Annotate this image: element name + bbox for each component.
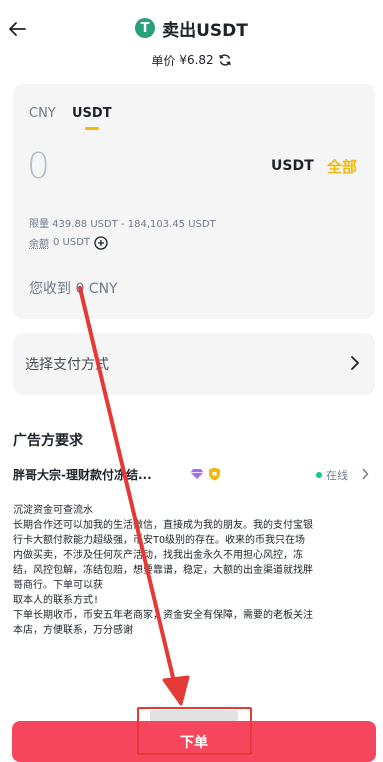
page-header: T 卖出USDT [0,14,383,42]
price-value: ¥6.82 [179,53,214,67]
payment-method-label: 选择支付方式 [25,357,109,373]
active-tab-indicator [85,127,99,130]
online-dot-icon [316,472,322,478]
all-button[interactable]: 全部 [327,156,357,177]
receive-amount-text: 您收到 0 CNY [29,281,118,297]
limit-range-text: 限量 439.88 USDT - 184,103.45 USDT [29,219,216,230]
tab-cny[interactable]: CNY [29,106,56,121]
page-title: 卖出USDT [162,20,248,41]
diamond-badge-icon [190,469,204,479]
balance-value: 0 USDT [53,237,91,248]
place-order-button[interactable]: 下单 [12,721,376,762]
price-label: 单价 [151,53,176,68]
add-circle-icon[interactable] [94,235,108,250]
online-status-label: 在线 [326,469,348,482]
tab-usdt[interactable]: USDT [72,106,112,121]
unit-price-row: 单价 ¥6.82 [0,50,383,70]
amount-card: CNY USDT 0 USDT 全部 限量 439.88 USDT - 184,… [13,84,375,319]
advertiser-requirements-title: 广告方要求 [13,433,83,449]
online-status: 在线 [316,467,348,483]
payment-method-selector[interactable]: 选择支付方式 [13,333,375,395]
balance-label: 余额 [29,239,49,250]
amount-input[interactable]: 0 [27,146,50,187]
tether-coin-icon: T [135,18,156,38]
amount-unit: USDT [271,158,314,174]
advertiser-requirements-text: 沉淀资金可查流水 长期合作还可以加我的生活微信，直接成为我的朋友。我的支付宝银 … [13,505,313,636]
chevron-right-icon[interactable] [361,468,369,480]
chevron-right-icon [351,356,359,370]
balance-row: 余额 0 USDT [29,235,108,250]
refresh-icon[interactable] [218,53,232,67]
shield-badge-icon [209,467,220,481]
merchant-name-link[interactable]: 胖哥大宗-理财款付冻结... [13,466,152,483]
